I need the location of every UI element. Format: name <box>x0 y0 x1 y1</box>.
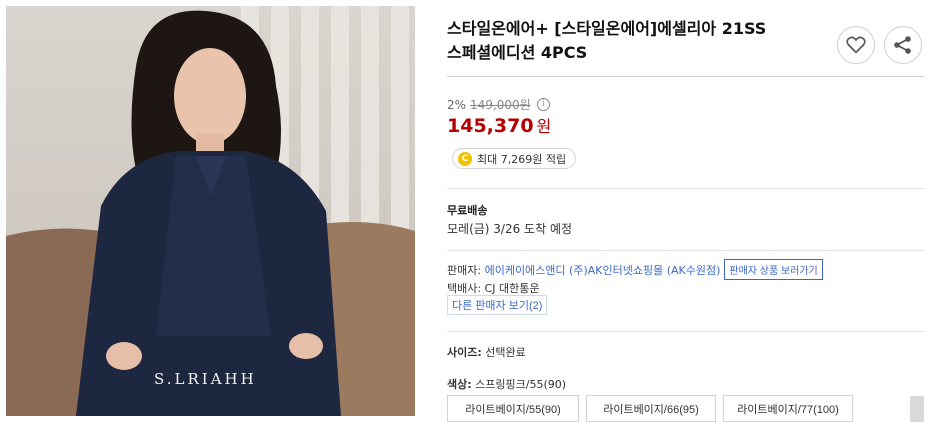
other-sellers-button[interactable]: 다른 판매자 보기(2) <box>447 295 548 315</box>
color-option[interactable]: 라이트베이지/66(95) <box>586 395 716 422</box>
color-option-list: 라이트베이지/55(90) 라이트베이지/66(95) 라이트베이지/77(10… <box>447 395 853 422</box>
seller-products-button[interactable]: 판매자 상품 보러가기 <box>724 259 823 280</box>
product-title-line1: 스타일온에어+ [스타일온에어]에셀리아 21SS <box>447 19 767 38</box>
heart-icon <box>846 36 866 54</box>
divider <box>447 331 925 332</box>
color-option[interactable]: 라이트베이지/55(90) <box>447 395 579 422</box>
shipping-label: 무료배송 <box>447 204 488 217</box>
seller-label: 판매자: <box>447 263 482 277</box>
divider <box>447 188 925 189</box>
discount-row: 2% 149,000원 i <box>447 96 550 113</box>
product-image[interactable]: S.LRIAHH <box>6 6 415 416</box>
sale-price: 145,370 원 <box>447 113 551 137</box>
product-title-line2: 스페셜에디션 4PCS <box>447 43 588 62</box>
share-icon <box>894 36 911 54</box>
photo-brand-mark: S.LRIAHH <box>154 370 257 388</box>
seller-name-link[interactable]: 에이케이에스앤디 (주)AK인터넷쇼핑몰 (AK수원점) <box>485 262 721 278</box>
color-label: 색상: <box>447 378 472 391</box>
divider <box>447 76 925 77</box>
share-button[interactable] <box>884 26 922 64</box>
wishlist-button[interactable] <box>837 26 875 64</box>
color-selection: 색상: 스프링핑크/55(90) <box>447 376 566 392</box>
product-title: 스타일온에어+ [스타일온에어]에셀리아 21SS 스페셜에디션 4PCS <box>447 17 827 65</box>
discount-rate: 2% <box>447 97 467 112</box>
reward-points-badge[interactable]: C 최대 7,269원 적립 <box>452 148 577 169</box>
seller-row: 판매자: 에이케이에스앤디 (주)AK인터넷쇼핑몰 (AK수원점) 판매자 상품… <box>447 259 823 280</box>
product-info-panel: 스타일온에어+ [스타일온에어]에셀리아 21SS 스페셜에디션 4PCS 2%… <box>447 0 927 422</box>
courier-info: 택배사: CJ 대한통운 <box>447 282 540 295</box>
sale-price-value: 145,370 <box>447 115 534 137</box>
reward-text: 최대 7,269원 적립 <box>477 152 567 166</box>
original-price: 149,000원 <box>470 98 531 112</box>
divider <box>447 250 925 251</box>
color-option[interactable]: 라이트베이지/77(100) <box>723 395 853 422</box>
info-icon[interactable]: i <box>536 98 550 111</box>
coin-icon: C <box>458 151 472 166</box>
product-photo-illustration <box>6 6 415 416</box>
color-value: 스프링핑크/55(90) <box>475 378 567 391</box>
scrollbar-thumb[interactable] <box>910 396 924 422</box>
size-selection: 사이즈: 선택완료 <box>447 344 526 360</box>
shipping-eta: 모레(금) 3/26 도착 예정 <box>447 222 573 236</box>
size-value: 선택완료 <box>485 346 526 359</box>
currency-unit: 원 <box>536 117 552 136</box>
size-label: 사이즈: <box>447 346 482 359</box>
